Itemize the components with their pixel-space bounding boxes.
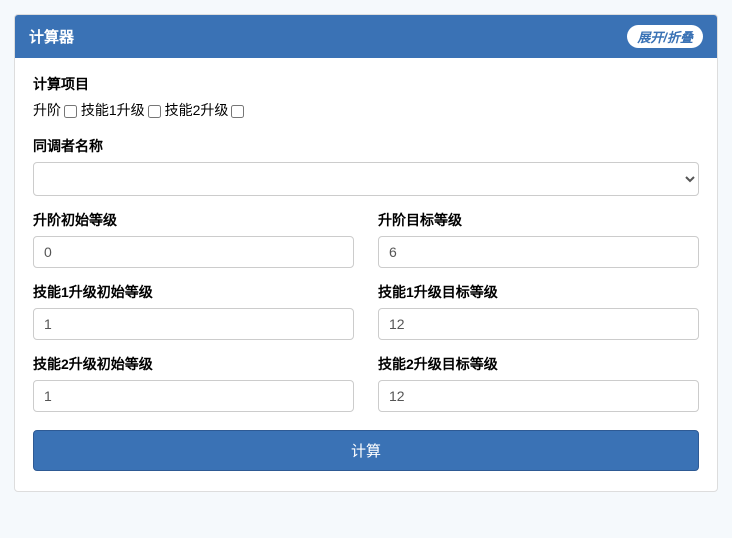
promote-target-group: 升阶目标等级: [378, 210, 699, 268]
skill2-checkbox[interactable]: [231, 105, 244, 118]
calculate-button[interactable]: 计算: [33, 430, 699, 471]
promote-start-input[interactable]: [33, 236, 354, 268]
skill1-checkbox[interactable]: [148, 105, 161, 118]
skill1-start-group: 技能1升级初始等级: [33, 282, 354, 340]
skill2-checkbox-label: 技能2升级: [165, 102, 229, 118]
promote-checkbox-label: 升阶: [33, 102, 61, 118]
skill1-target-label: 技能1升级目标等级: [378, 282, 699, 302]
toggle-collapse-button[interactable]: 展开/折叠: [627, 25, 703, 48]
skill1-target-input[interactable]: [378, 308, 699, 340]
character-name-select[interactable]: [33, 162, 699, 196]
skill2-start-group: 技能2升级初始等级: [33, 354, 354, 412]
promote-target-input[interactable]: [378, 236, 699, 268]
skill2-target-input[interactable]: [378, 380, 699, 412]
panel-title: 计算器: [29, 26, 74, 47]
promote-checkbox[interactable]: [64, 105, 77, 118]
checkbox-row: 升阶 技能1升级 技能2升级: [33, 100, 699, 120]
skill2-start-input[interactable]: [33, 380, 354, 412]
skill1-checkbox-label: 技能1升级: [81, 102, 145, 118]
promote-target-label: 升阶目标等级: [378, 210, 699, 230]
character-name-label: 同调者名称: [33, 136, 699, 156]
promote-start-group: 升阶初始等级: [33, 210, 354, 268]
skill2-start-label: 技能2升级初始等级: [33, 354, 354, 374]
character-name-group: 同调者名称: [33, 136, 699, 196]
panel-header: 计算器 展开/折叠: [15, 15, 717, 58]
skill1-start-input[interactable]: [33, 308, 354, 340]
skill1-target-group: 技能1升级目标等级: [378, 282, 699, 340]
skill1-start-label: 技能1升级初始等级: [33, 282, 354, 302]
calculator-panel: 计算器 展开/折叠 计算项目 升阶 技能1升级 技能2升级 同调者名称 升阶初始…: [14, 14, 718, 492]
promote-start-label: 升阶初始等级: [33, 210, 354, 230]
skill2-target-group: 技能2升级目标等级: [378, 354, 699, 412]
skill2-target-label: 技能2升级目标等级: [378, 354, 699, 374]
panel-body: 计算项目 升阶 技能1升级 技能2升级 同调者名称 升阶初始等级 升阶目标等级: [15, 58, 717, 491]
calc-items-label: 计算项目: [33, 74, 699, 94]
